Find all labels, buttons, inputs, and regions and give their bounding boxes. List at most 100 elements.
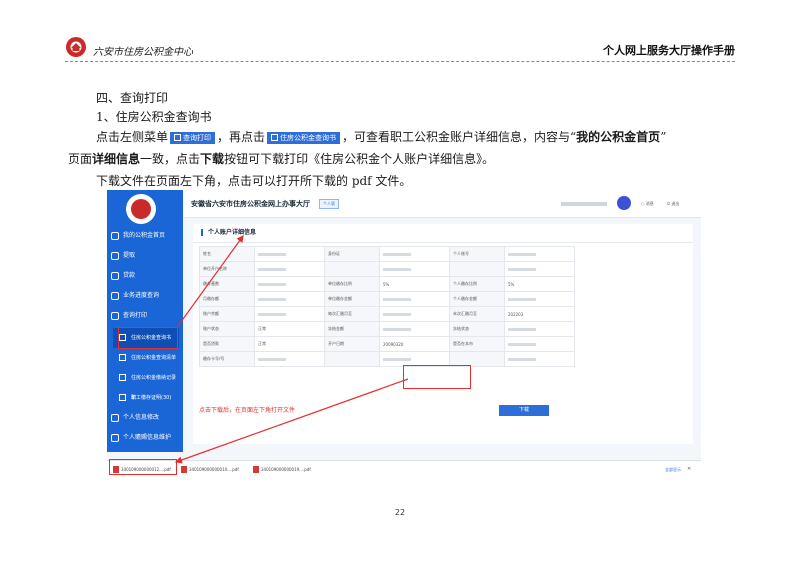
field-value (254, 351, 325, 367)
redacted-value (383, 358, 411, 361)
redacted-value (258, 283, 286, 286)
settings-icon (111, 414, 119, 422)
redacted-value (508, 298, 536, 301)
card-divider (193, 242, 693, 243)
page-number: 22 (394, 508, 406, 517)
field-value (379, 246, 450, 262)
redacted-value (383, 328, 411, 331)
field-value (504, 336, 575, 352)
sidebar-item-support-info[interactable]: 个人赡赐信息维护 (107, 428, 183, 448)
messages-link[interactable]: ○ 消息 (641, 201, 654, 207)
table-row: 账户状态 正常 冻结金额 冻结状态 (199, 321, 575, 337)
sidebar-item-home[interactable]: 我的公积金首页 (107, 226, 183, 246)
redacted-value (383, 298, 411, 301)
document-icon (119, 354, 126, 361)
show-all-downloads-link[interactable]: 全部显示 (665, 467, 681, 473)
download-file-3[interactable]: 340109000000019....pdf (253, 466, 311, 473)
sidebar-item-withdraw[interactable]: 提取 (107, 246, 183, 266)
header-title: 个人网上服务大厅操作手册 (603, 44, 735, 57)
section-heading: 四、查询打印 (96, 91, 169, 105)
field-label: 冻结金额 (324, 321, 380, 337)
field-value (254, 276, 325, 292)
table-row: 姓名 身份证 个人账号 (199, 246, 575, 262)
sidebar-sub-fund-list[interactable]: 住房公积金查询清单 (113, 348, 179, 368)
field-value (254, 291, 325, 307)
field-label: 单位开户名称 (199, 261, 255, 277)
paragraph-2: 页面详细信息一致，点击下载按钮可下载打印《住房公积金个人账户详细信息》。 (68, 152, 495, 166)
field-label (449, 261, 505, 277)
redacted-value (383, 313, 411, 316)
redacted-value (508, 343, 536, 346)
table-row: 缴存基数 单位缴存比例 5% 个人缴存比例 5% (199, 276, 575, 292)
sidebar-item-profile[interactable]: 个人信息修改 (107, 408, 183, 428)
document-icon (119, 394, 126, 401)
field-label: 身份证 (324, 246, 380, 262)
download-file-2[interactable]: 340109000000010....pdf (181, 466, 239, 473)
field-value: 20090320 (379, 336, 450, 352)
sidebar-item-query-print[interactable]: 查询打印 (107, 306, 183, 326)
sidebar-sub-payment-record[interactable]: 住房公积金缴纳记录单 (113, 368, 179, 401)
annotation-text: 点击下载后，在页面左下角打开文件 (199, 407, 296, 414)
field-value (504, 321, 575, 337)
redacted-value (258, 358, 286, 361)
field-value: 正常 (254, 336, 325, 352)
field-label: 月缴存额 (199, 291, 255, 307)
field-value (504, 291, 575, 307)
home-icon (111, 232, 119, 240)
field-label: 账户状态 (199, 321, 255, 337)
field-value (254, 246, 325, 262)
sidebar-item-loan[interactable]: 贷款 (107, 266, 183, 286)
field-value (254, 306, 325, 322)
field-value (379, 321, 450, 337)
field-label: 个人缴存金额 (449, 291, 505, 307)
account-detail-table: 姓名 身份证 个人账号 单位开户名称 缴存基数 单位缴存比例 5% 个人缴存比例 5% 月缴存额单… (199, 246, 575, 367)
field-label: 缴存基数 (199, 276, 255, 292)
pdf-icon (253, 466, 259, 473)
doc-header: 六安市住房公积金中心 个人网上服务大厅操作手册 (65, 36, 735, 62)
highlight-box-menu (118, 327, 178, 349)
close-download-bar-icon[interactable]: ✕ (687, 466, 691, 472)
field-label (324, 261, 380, 277)
field-label: 个人缴存比例 (449, 276, 505, 292)
redacted-value (508, 328, 536, 331)
field-label: 末次汇缴月至 (449, 306, 505, 322)
field-label: 姓名 (199, 246, 255, 262)
field-label: 是否在本市 (449, 336, 505, 352)
field-value (254, 261, 325, 277)
field-label: 冻结状态 (449, 321, 505, 337)
field-value (379, 261, 450, 277)
field-label: 缴存卡号/号 (199, 351, 255, 367)
table-row: 账户余额 每次汇缴月至 末次汇缴月至 202203 (199, 306, 575, 322)
redacted-value (383, 268, 411, 271)
redacted-value (258, 313, 286, 316)
print-icon (111, 312, 119, 320)
logout-link[interactable]: ⏻ 退出 (667, 201, 679, 207)
embedded-screenshot: 我的公积金首页 提取 贷款 业务进度查询 查询打印 住房公积金查询书 住房公积金… (107, 190, 701, 478)
chip-query-print: 查询打印 (170, 132, 216, 144)
document-icon (119, 374, 126, 381)
redacted-value (383, 253, 411, 256)
version-tag: 个人版 (319, 199, 339, 209)
loan-icon (111, 272, 119, 280)
table-row: 是否贷款 正常 开户日期 20090320 是否在本市 (199, 336, 575, 352)
highlight-box-download (403, 365, 471, 389)
paragraph-1: 点击左侧菜单 查询打印 ，再点击 住房公积金查询书 ，可查看职工公积金账户详细信息，内容… (96, 130, 667, 144)
field-label: 单位缴存比例 (324, 276, 380, 292)
table-row: 月缴存额 单位缴存金额 个人缴存金额 (199, 291, 575, 307)
document-icon (174, 134, 182, 141)
table-row: 缴存卡号/号 (199, 351, 575, 367)
field-value: 202203 (504, 306, 575, 322)
sidebar-item-progress[interactable]: 业务进度查询 (107, 286, 183, 306)
avatar[interactable] (617, 196, 631, 210)
field-value (379, 291, 450, 307)
download-button[interactable]: 下载 (499, 405, 549, 416)
sidebar-sub-deposit-proof[interactable]: 职工缴存证明(30) (113, 388, 179, 408)
sidebar-logo-icon (126, 194, 156, 224)
table-row: 单位开户名称 (199, 261, 575, 277)
section-subheading: 1、住房公积金查询书 (96, 110, 212, 124)
card-title: 个人账户详细信息 (201, 229, 256, 236)
sidebar: 我的公积金首页 提取 贷款 业务进度查询 查询打印 住房公积金查询书 住房公积金… (107, 190, 183, 452)
field-value (504, 261, 575, 277)
field-label: 开户日期 (324, 336, 380, 352)
redacted-value (258, 253, 286, 256)
